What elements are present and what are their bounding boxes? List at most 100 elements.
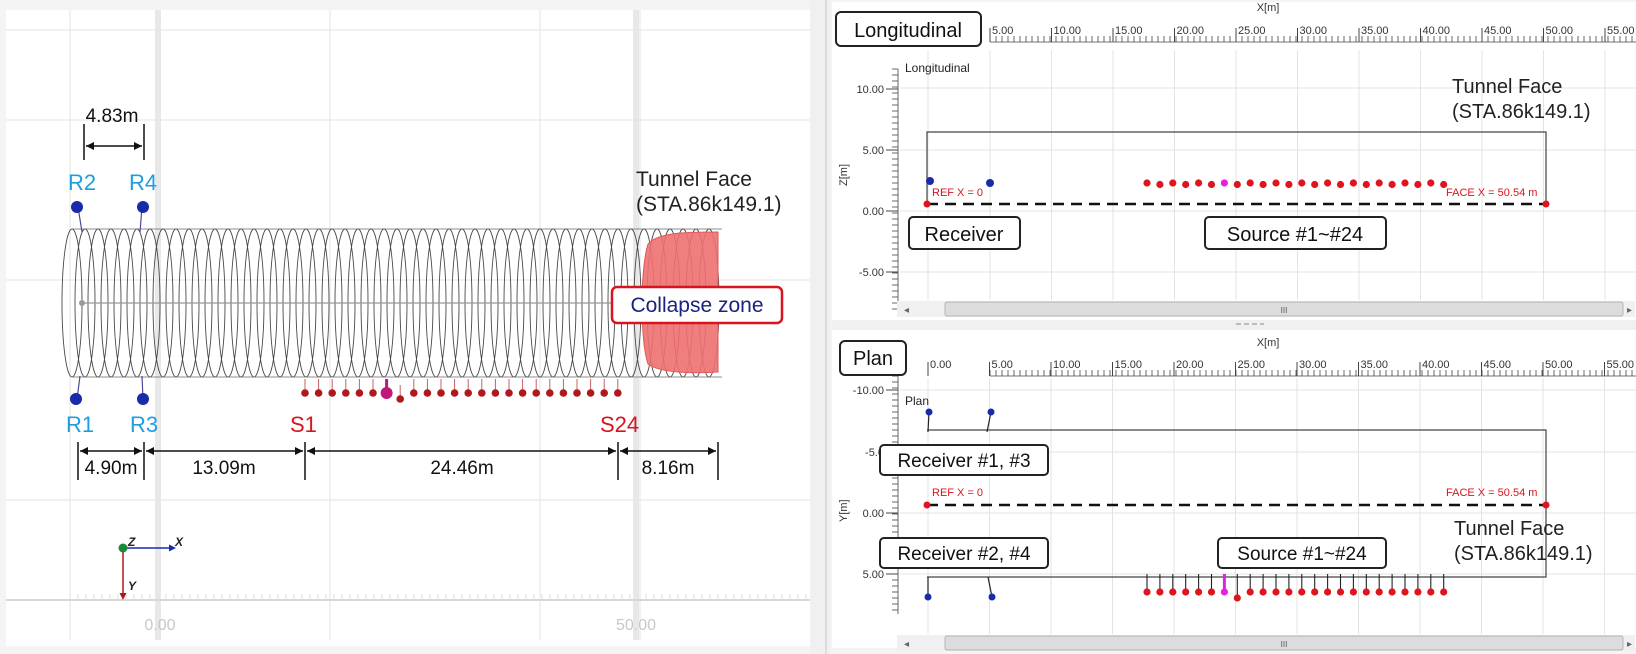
- plan-scroll-right-arrow[interactable]: ▸: [1627, 639, 1632, 650]
- plan-source: [1246, 588, 1254, 596]
- longitudinal-source: [1272, 179, 1280, 187]
- plan-y-axis-label: Y[m]: [838, 499, 850, 522]
- plan-source: [1220, 588, 1228, 596]
- plan-title: Plan: [853, 348, 893, 370]
- longitudinal-ref-point: [923, 200, 931, 208]
- plan-source: [1375, 588, 1383, 596]
- source-point: [478, 389, 486, 397]
- x-ruler-label: 45.00: [1484, 359, 1512, 371]
- plan-face-label: FACE X = 50.54 m: [1446, 487, 1537, 499]
- source-point: [450, 389, 459, 397]
- x-ruler-label: 45.00: [1484, 25, 1512, 37]
- source-point: [532, 389, 540, 397]
- dimension-3: 24.46m: [430, 458, 493, 479]
- longitudinal-scrollbar[interactable]: ◂ III ▸: [897, 301, 1635, 317]
- dimension-4: 8.16m: [642, 458, 695, 479]
- scroll-left-arrow[interactable]: ◂: [904, 305, 909, 316]
- longitudinal-source: [1401, 179, 1409, 187]
- plan-source: [1311, 588, 1319, 596]
- longitudinal-source: [1349, 179, 1357, 187]
- plan-source: [1349, 588, 1357, 596]
- longitudinal-x-axis-label: X[m]: [1257, 2, 1280, 14]
- longitudinal-tunnel-face-station: (STA.86k149.1): [1452, 101, 1591, 123]
- x-ruler-label: 25.00: [1238, 25, 1266, 37]
- source-point: [464, 389, 473, 397]
- source-point: [600, 389, 608, 397]
- axis-tick-0: 0.00: [144, 617, 175, 634]
- plan-receiver-13-label: Receiver #1, #3: [897, 451, 1030, 472]
- label-r2: R2: [68, 170, 96, 195]
- longitudinal-source: [1169, 179, 1177, 187]
- longitudinal-source: [1362, 180, 1370, 189]
- splitter[interactable]: [810, 0, 830, 654]
- source-point: [559, 389, 568, 397]
- x-ruler-label: 40.00: [1423, 25, 1451, 37]
- longitudinal-source: [1298, 179, 1306, 187]
- plan-face-point: [1542, 501, 1550, 509]
- plan-source: [1233, 594, 1241, 602]
- grid-axis-band: [633, 10, 639, 640]
- y-ruler-label: -10.00: [853, 385, 884, 397]
- plan-source: [1207, 588, 1216, 596]
- longitudinal-ref-label: REF X = 0: [932, 187, 983, 199]
- plan-receiver-2: [924, 593, 932, 601]
- plan-source: [1401, 588, 1409, 596]
- x-ruler-label: 55.00: [1607, 359, 1635, 371]
- plan-inner-title: Plan: [905, 394, 929, 408]
- label-r1: R1: [66, 412, 94, 437]
- longitudinal-face-label: FACE X = 50.54 m: [1446, 187, 1537, 199]
- x-ruler-label: 40.00: [1422, 359, 1450, 371]
- x-ruler-label: 10.00: [1053, 359, 1081, 371]
- axis-z-letter: Z: [127, 535, 136, 549]
- source-point: [342, 389, 350, 397]
- label-r3: R3: [130, 412, 158, 437]
- source-point: [614, 389, 622, 397]
- longitudinal-tunnel-face-label: Tunnel Face: [1452, 76, 1562, 98]
- plan-scroll-left-arrow[interactable]: ◂: [904, 639, 909, 650]
- scroll-grip: III: [1281, 306, 1288, 315]
- longitudinal-source: [1388, 180, 1396, 189]
- view-splitter[interactable]: [832, 320, 1636, 330]
- x-ruler-label: 15.00: [1115, 25, 1143, 37]
- source-point: [410, 389, 418, 397]
- scroll-right-arrow[interactable]: ▸: [1627, 305, 1632, 316]
- source-point: [314, 389, 323, 397]
- grid-axis-band: [155, 10, 161, 640]
- plan-source: [1298, 588, 1306, 596]
- longitudinal-receiver-callout: Receiver: [908, 216, 1021, 250]
- longitudinal-y-axis-label: Z[m]: [838, 164, 850, 186]
- y-ruler-label: 0.00: [863, 508, 884, 520]
- label-s1: S1: [290, 412, 317, 437]
- plan-title-box: Plan: [839, 340, 907, 376]
- receiver-r3: [137, 393, 149, 405]
- plan-receiver-13-callout: Receiver #1, #3: [879, 444, 1049, 476]
- x-ruler-label: 10.00: [1054, 25, 1082, 37]
- x-ruler-label: 50.00: [1545, 359, 1573, 371]
- plan-receiver-1: [925, 408, 933, 416]
- longitudinal-source-callout: Source #1~#24: [1204, 216, 1387, 250]
- source-point: [423, 389, 432, 397]
- longitudinal-source: [1324, 179, 1332, 187]
- source-point: [586, 389, 595, 397]
- source-point: [505, 389, 513, 397]
- longitudinal-receiver-label: Receiver: [925, 224, 1004, 246]
- x-ruler-label: 5.00: [992, 25, 1013, 37]
- plan-source: [1259, 588, 1267, 596]
- plan-source: [1414, 588, 1422, 596]
- source-point: [437, 389, 445, 397]
- longitudinal-source: [1336, 180, 1345, 189]
- plan-source: [1362, 588, 1370, 596]
- source-point: [518, 389, 527, 397]
- longitudinal-source: [1207, 180, 1216, 189]
- longitudinal-source: [1440, 180, 1448, 189]
- tunnel-axis-origin: [79, 300, 85, 306]
- collapse-zone-label: Collapse zone: [630, 294, 763, 317]
- longitudinal-face-point: [1542, 200, 1550, 208]
- plan-scrollbar[interactable]: ◂ III ▸: [897, 635, 1635, 651]
- plan-receiver-4: [988, 593, 996, 601]
- plan-source-callout: Source #1~#24: [1217, 537, 1387, 569]
- source-point: [396, 395, 405, 403]
- x-ruler-label: 35.00: [1361, 25, 1389, 37]
- x-ruler-label: 55.00: [1607, 25, 1635, 37]
- spacing-label: 4.83m: [86, 106, 139, 127]
